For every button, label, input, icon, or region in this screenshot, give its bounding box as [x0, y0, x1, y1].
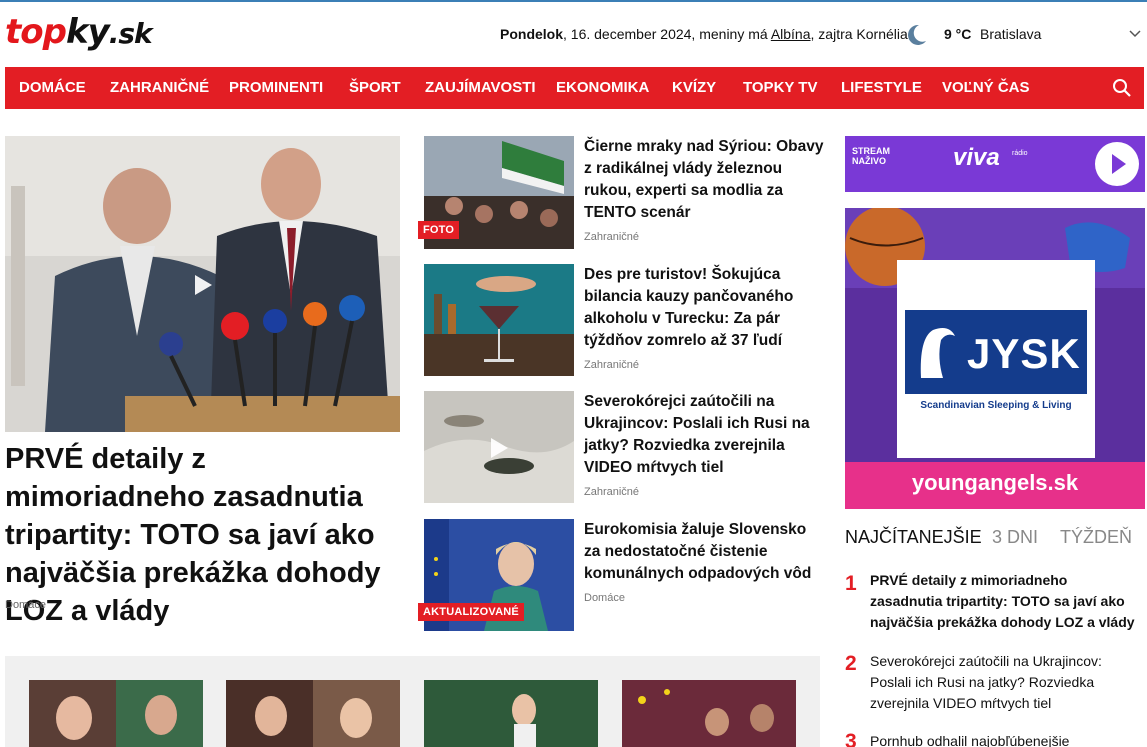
nav-item-ekonomika[interactable]: EKONOMIKA	[556, 67, 649, 109]
thumb-photo	[622, 680, 796, 747]
cocktail-photo	[424, 264, 574, 376]
nav-item-zaujimavosti[interactable]: ZAUJÍMAVOSTI	[425, 67, 536, 109]
temperature: 9 °C	[944, 26, 972, 42]
search-icon[interactable]	[1112, 78, 1132, 98]
logo-part-ky: ky	[65, 12, 110, 52]
site-logo[interactable]: top ky .sk	[5, 12, 153, 52]
ad-url: youngangels.sk	[911, 470, 1079, 495]
nav-item-kvizy[interactable]: KVÍZY	[672, 67, 716, 109]
article-category-korea[interactable]: Zahraničné	[584, 486, 639, 498]
most-read-item-2[interactable]: Severokórejci zaútočili na Ukrajincov: P…	[870, 651, 1142, 714]
nameday-link[interactable]: Albína	[771, 26, 811, 42]
gallery-thumb-1[interactable]	[29, 680, 203, 747]
article-title-syria[interactable]: Čierne mraky nad Sýriou: Obavy z radikál…	[584, 136, 824, 224]
most-read-tabs: NAJČÍTANEJŠIE 3 DNI TÝŽDEŇ	[845, 527, 1145, 549]
photo-badge: FOTO	[418, 221, 460, 239]
rank-number: 3	[845, 730, 857, 747]
goose-icon	[920, 328, 955, 378]
city-selector[interactable]: Bratislava	[980, 26, 1041, 42]
gallery-thumb-2[interactable]	[226, 680, 400, 747]
thumb-photo	[29, 680, 203, 747]
nav-item-prominenti[interactable]: PROMINENTI	[229, 67, 323, 109]
article-category-syria[interactable]: Zahraničné	[584, 231, 639, 243]
date-text: , 16. december 2024, meniny má	[563, 26, 771, 42]
article-title-korea[interactable]: Severokórejci zaútočili na Ukrajincov: P…	[584, 391, 824, 479]
radio-logo: viva	[953, 144, 1000, 171]
jysk-wordmark: JYSK	[967, 330, 1081, 377]
play-icon[interactable]	[488, 437, 510, 459]
nav-item-domace[interactable]: DOMÁCE	[19, 67, 86, 109]
radio-sub: rádio	[1012, 150, 1028, 157]
jysk-logo: JYSK	[905, 310, 1087, 394]
article-category-eurokomisia[interactable]: Domáce	[584, 592, 625, 604]
article-title-eurokomisia[interactable]: Eurokomisia žaluje Slovensko za nedostat…	[584, 519, 824, 585]
stream-label-line2: NAŽIVO	[852, 156, 887, 166]
play-icon[interactable]	[192, 274, 214, 296]
article-image-korea[interactable]	[424, 391, 574, 503]
day-name: Pondelok	[500, 26, 564, 42]
nav-item-zahranicne[interactable]: ZAHRANIČNÉ	[110, 67, 209, 109]
logo-part-top: top	[5, 12, 67, 52]
article-image-alcohol[interactable]	[424, 264, 574, 376]
advertisement[interactable]: JYSK Scandinavian Sleeping & Living youn…	[845, 208, 1145, 509]
top-accent-line	[0, 0, 1147, 2]
thumb-photo	[226, 680, 400, 747]
stream-label: STREAM NAŽIVO	[852, 146, 890, 166]
stream-play-button[interactable]	[1095, 142, 1139, 186]
stream-label-line1: STREAM	[852, 146, 890, 156]
updated-badge: AKTUALIZOVANÉ	[418, 603, 524, 621]
most-read-item-1[interactable]: PRVÉ detaily z mimoriadneho zasadnutia t…	[870, 570, 1142, 633]
rank-number: 1	[845, 572, 857, 595]
lead-article-image[interactable]	[5, 136, 400, 432]
article-category-alcohol[interactable]: Zahraničné	[584, 359, 639, 371]
thumb-photo	[424, 680, 598, 747]
nav-item-volny-cas[interactable]: VOĽNÝ ČAS	[942, 67, 1030, 109]
rank-number: 2	[845, 652, 857, 675]
tab-najcitanejsie[interactable]: NAJČÍTANEJŠIE	[845, 527, 982, 548]
chevron-down-icon[interactable]	[1128, 26, 1142, 40]
jysk-tagline: Scandinavian Sleeping & Living	[920, 400, 1072, 411]
lead-article-category[interactable]: Domáce	[5, 599, 46, 611]
tab-3-dni[interactable]: 3 DNI	[992, 527, 1038, 548]
gallery-thumb-3[interactable]	[424, 680, 598, 747]
date-nameday-line: Pondelok, 16. december 2024, meniny má A…	[500, 26, 908, 42]
radio-stream-banner[interactable]: STREAM NAŽIVO viva rádio	[845, 136, 1145, 192]
lead-article-title[interactable]: PRVÉ detaily z mimoriadneho zasadnutia t…	[5, 440, 405, 630]
nav-item-sport[interactable]: ŠPORT	[349, 67, 401, 109]
nav-item-lifestyle[interactable]: LIFESTYLE	[841, 67, 922, 109]
most-read-item-3[interactable]: Pornhub odhalil najobľúbenejšie	[870, 731, 1142, 747]
article-title-alcohol[interactable]: Des pre turistov! Šokujúca bilancia kauz…	[584, 264, 824, 352]
gallery-thumb-4[interactable]	[622, 680, 796, 747]
logo-part-sk: .sk	[108, 17, 153, 50]
moon-icon	[908, 24, 926, 45]
jysk-logo-box: JYSK Scandinavian Sleeping & Living	[897, 260, 1095, 458]
nav-item-topky-tv[interactable]: TOPKY TV	[743, 67, 817, 109]
tab-tyzden[interactable]: TÝŽDEŇ	[1060, 527, 1132, 548]
tomorrow-nameday: , zajtra Kornélia	[810, 26, 908, 42]
main-nav: DOMÁCE ZAHRANIČNÉ PROMINENTI ŠPORT ZAUJÍ…	[5, 67, 1144, 109]
